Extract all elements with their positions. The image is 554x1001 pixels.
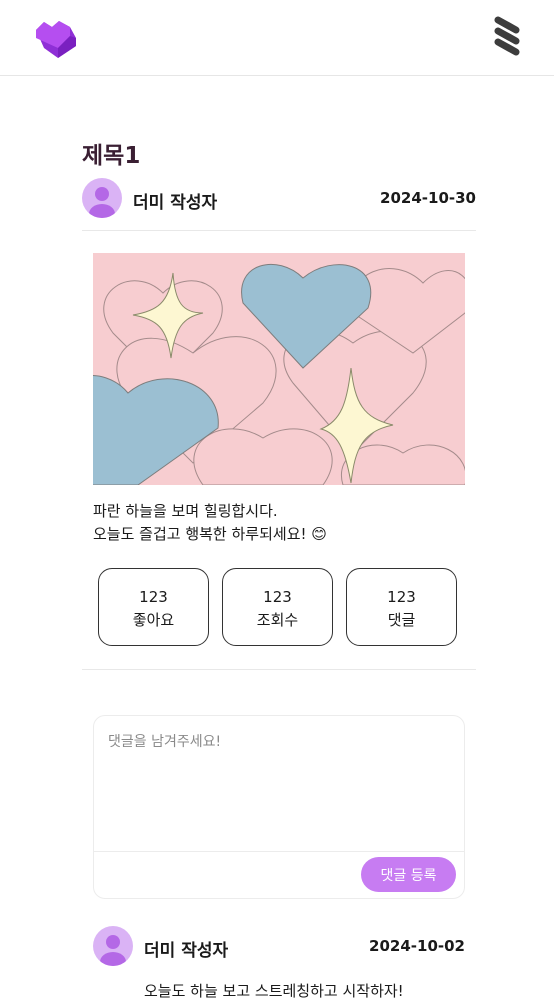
comment-form-divider [94,851,464,852]
post-author-row: 더미 작성자 2024-10-30 [82,178,476,220]
divider [82,669,476,670]
post-title: 제목1 [82,143,141,169]
views-label: 조회수 [256,611,299,629]
post-content: 파란 하늘을 보며 힐링합시다. 오늘도 즐겁고 행복한 하루되세요! 😊 [93,500,327,546]
user-avatar-icon [89,187,115,218]
user-avatar-icon [100,935,126,966]
post-content-line: 오늘도 즐겁고 행복한 하루되세요! 😊 [93,525,327,543]
divider [82,230,476,231]
likes-label: 좋아요 [132,611,175,629]
stacked-menu-icon[interactable] [492,12,524,58]
comment-author-row: 더미 작성자 2024-10-02 [93,926,465,968]
post-date: 2024-10-30 [380,189,476,207]
comment-author-name[interactable]: 더미 작성자 [144,936,228,961]
comments-label: 댓글 [387,611,416,629]
app-header [0,0,554,76]
comments-count: 123 [387,588,416,606]
submit-comment-button[interactable]: 댓글 등록 [361,857,456,892]
post-content-line: 파란 하늘을 보며 힐링합시다. [93,502,278,520]
comment-date: 2024-10-02 [369,937,465,955]
comment-form: 댓글 등록 [93,715,465,899]
avatar[interactable] [82,178,122,218]
heart-logo-icon[interactable] [30,10,82,62]
views-stat: 123 조회수 [222,568,333,646]
likes-button[interactable]: 123 좋아요 [98,568,209,646]
avatar[interactable] [93,926,133,966]
hearts-illustration [93,253,465,485]
post-image [93,253,465,485]
comment-input[interactable] [94,716,464,851]
comments-button[interactable]: 123 댓글 [346,568,457,646]
comment-text: 오늘도 하늘 보고 스트레칭하고 시작하자! [144,982,404,1000]
post-stats: 123 좋아요 123 조회수 123 댓글 [98,568,459,648]
post-author-name[interactable]: 더미 작성자 [133,188,217,213]
likes-count: 123 [139,588,168,606]
views-count: 123 [263,588,292,606]
